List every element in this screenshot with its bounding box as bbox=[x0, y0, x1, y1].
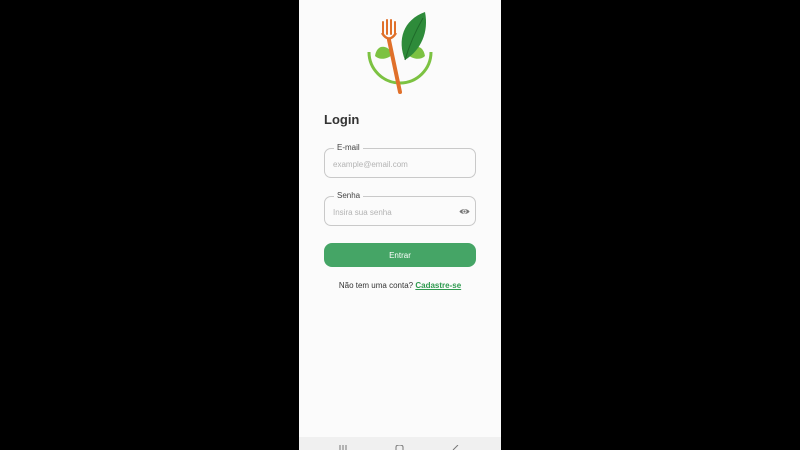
signup-link[interactable]: Cadastre-se bbox=[415, 281, 461, 290]
email-field[interactable]: E-mail bbox=[324, 142, 476, 178]
password-input[interactable] bbox=[333, 205, 453, 219]
navigation-bar bbox=[299, 437, 501, 450]
fork-leaf-logo-icon bbox=[367, 12, 433, 94]
home-icon[interactable] bbox=[395, 445, 404, 450]
password-label: Senha bbox=[334, 190, 364, 202]
login-button[interactable]: Entrar bbox=[324, 243, 476, 267]
back-icon[interactable] bbox=[451, 445, 459, 450]
no-account-text: Não tem uma conta? bbox=[338, 281, 414, 290]
phone-screen: Login E-mail Senha Entrar Não tem uma co… bbox=[299, 0, 501, 450]
eye-icon[interactable] bbox=[459, 206, 470, 217]
email-label: E-mail bbox=[334, 142, 363, 154]
page-title: Login bbox=[324, 112, 360, 127]
password-field[interactable]: Senha bbox=[324, 190, 476, 226]
recent-apps-icon[interactable] bbox=[339, 445, 347, 450]
email-input[interactable] bbox=[333, 157, 453, 171]
signup-prompt: Não tem uma conta? Cadastre-se bbox=[299, 281, 501, 290]
